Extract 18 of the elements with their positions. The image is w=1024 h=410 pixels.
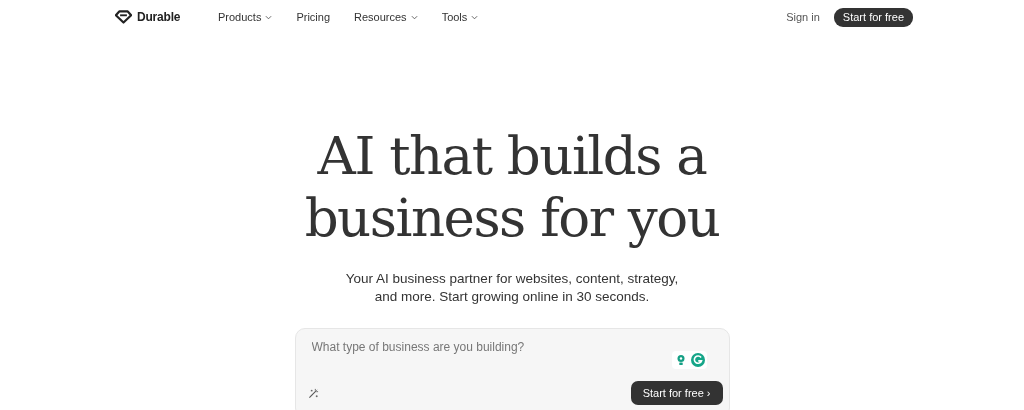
brand-link[interactable]: Durable <box>137 10 181 24</box>
nav-link[interactable]: Resources <box>354 11 418 23</box>
diamond-logo-icon[interactable] <box>115 10 132 24</box>
nav-link[interactable]: Tools <box>441 11 479 23</box>
start-button[interactable]: Start for free <box>833 7 913 27</box>
nav-link[interactable]: Products <box>218 11 273 23</box>
sign-in-link[interactable]: Sign in <box>786 11 820 23</box>
start-button[interactable]: Start for free › <box>630 381 723 405</box>
business-input-field[interactable]: What type of business are you building? <box>311 339 642 355</box>
nav-link[interactable]: Pricing <box>296 11 331 23</box>
hero-subtitle: Your AI business partner for websites, content, strategy, and more. Start growing online in 30 seconds. <box>345 270 679 306</box>
chevron-down-icon[interactable] <box>265 14 273 20</box>
circle-arc-icon[interactable] <box>690 353 705 367</box>
headline: business for you <box>304 187 720 249</box>
chevron-down-icon[interactable] <box>410 14 418 20</box>
magic-wand-icon[interactable] <box>307 387 319 399</box>
headline: AI that builds a <box>316 125 708 187</box>
chevron-down-icon[interactable] <box>471 14 479 20</box>
